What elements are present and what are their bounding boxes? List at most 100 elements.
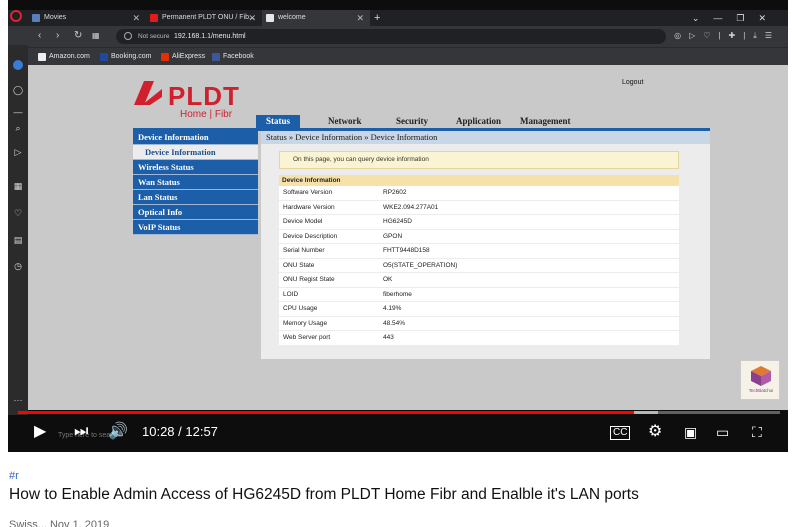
nav-lan-status[interactable]: Lan Status xyxy=(133,190,258,205)
tab-welcome[interactable]: welcome ✕ xyxy=(262,10,370,26)
settings-icon[interactable]: ⚙ xyxy=(648,423,662,441)
tab-application[interactable]: Application xyxy=(456,115,501,128)
bookmark-label: Facebook xyxy=(223,53,254,60)
info-notice: On this page, you can query device infor… xyxy=(279,151,679,169)
progress-played xyxy=(18,411,634,414)
row-value: WKE2.094.277A01 xyxy=(383,203,439,211)
row-value: FHTT9448D158 xyxy=(383,247,430,254)
grid-icon[interactable]: ▦ xyxy=(92,29,100,43)
tab-label: welcome xyxy=(278,14,306,21)
left-navigation: Device Information Device Information Wi… xyxy=(133,130,258,235)
close-icon[interactable]: ✕ xyxy=(132,10,140,26)
channel-watermark[interactable]: TechBatchoi xyxy=(740,360,780,400)
row-value: 48.54% xyxy=(383,319,406,327)
row-key: Device Description xyxy=(283,232,338,240)
reload-icon[interactable]: ↻ xyxy=(74,29,82,43)
table-row: CPU Usage 4.19% xyxy=(279,302,679,317)
heart-icon[interactable]: ♡ xyxy=(13,208,23,218)
miniplayer-icon[interactable]: ▣ xyxy=(684,423,697,441)
video-player[interactable]: Movies ✕ Permanent PLDT ONU / Fib... ✕ w… xyxy=(8,0,788,452)
send-icon[interactable]: ▷ xyxy=(13,147,23,157)
volume-icon[interactable]: 🔊 xyxy=(108,423,128,441)
nav-wan-status[interactable]: Wan Status xyxy=(133,175,258,190)
row-key: Device Model xyxy=(283,218,323,225)
bookmark-label: Booking.com xyxy=(111,53,152,60)
booking-icon xyxy=(100,53,108,61)
row-key: Memory Usage xyxy=(283,319,328,327)
hashtag-link[interactable]: #r xyxy=(9,470,19,482)
apps-icon[interactable]: ▦ xyxy=(13,181,23,191)
row-value: O5(STATE_OPERATION) xyxy=(383,261,458,269)
play-icon[interactable]: ▶ xyxy=(34,423,46,441)
logout-link[interactable]: Logout xyxy=(622,79,643,86)
time-display: 10:28 / 12:57 xyxy=(142,424,218,439)
theater-icon[interactable]: ▭ xyxy=(716,423,729,441)
whatsapp-icon[interactable]: ◯ xyxy=(13,85,23,95)
opera-icon[interactable] xyxy=(10,10,22,22)
video-meta: Swiss... Nov 1, 2019 xyxy=(9,519,110,527)
toolbar-icons[interactable]: ◎▷♡|✚|⤓☰ xyxy=(674,29,780,43)
url-field[interactable]: Not secure 192.168.1.1/menu.html xyxy=(116,29,666,44)
row-key: Serial Number xyxy=(283,247,325,254)
tab-permanent-pldt[interactable]: Permanent PLDT ONU / Fib... ✕ xyxy=(146,10,262,26)
search-icon[interactable]: ⌕ xyxy=(13,123,23,133)
nav-device-information-sub[interactable]: Device Information xyxy=(133,145,258,160)
nav-wireless-status[interactable]: Wireless Status xyxy=(133,160,258,175)
new-tab-button[interactable]: + xyxy=(374,10,380,26)
not-secure-label: Not secure xyxy=(138,33,170,40)
table-row: ONU State O5(STATE_OPERATION) xyxy=(279,258,679,273)
bookmark-amazon[interactable]: Amazon.com xyxy=(38,48,90,66)
main-content: Status » Device Information » Device Inf… xyxy=(261,131,710,359)
fullscreen-icon[interactable]: ⛶ xyxy=(752,423,762,441)
news-icon[interactable]: ▤ xyxy=(13,235,23,245)
captions-icon[interactable]: CC xyxy=(610,426,631,440)
bookmarks-bar: Amazon.com Booking.com AliExpress Facebo… xyxy=(8,47,788,65)
facebook-icon xyxy=(212,53,220,61)
back-icon[interactable]: ‹ xyxy=(38,29,41,43)
bookmark-facebook[interactable]: Facebook xyxy=(212,48,254,66)
tab-management[interactable]: Management xyxy=(520,115,571,128)
bookmark-booking[interactable]: Booking.com xyxy=(100,48,151,66)
table-row: Memory Usage 48.54% xyxy=(279,316,679,331)
tab-security[interactable]: Security xyxy=(396,115,428,128)
nav-device-information[interactable]: Device Information xyxy=(133,130,258,145)
bookmark-aliexpress[interactable]: AliExpress xyxy=(161,48,205,66)
tab-status[interactable]: Status xyxy=(256,115,301,128)
row-value: GPON xyxy=(383,232,403,240)
forward-icon[interactable]: › xyxy=(56,29,59,43)
messenger-icon[interactable] xyxy=(13,60,23,70)
table-row: Device Description GPON xyxy=(279,229,679,244)
badge-text: TechBatchoi xyxy=(748,388,774,393)
row-key: Software Version xyxy=(283,189,333,196)
history-icon[interactable]: ◷ xyxy=(13,261,23,271)
window-controls[interactable]: ⌄—❐✕ xyxy=(692,10,780,26)
browser-sidebar: ◯ — ⌕ ▷ ▦ ♡ ▤ ◷ ··· xyxy=(8,10,28,415)
table-header: Device Information xyxy=(279,175,679,186)
tab-movies[interactable]: Movies ✕ xyxy=(28,10,146,26)
row-key: ONU Regist State xyxy=(283,276,335,283)
minus-icon[interactable]: — xyxy=(13,107,23,117)
info-icon xyxy=(124,32,132,40)
folder-icon xyxy=(32,14,40,22)
address-bar-row: ‹ › ↻ ▦ Not secure 192.168.1.1/menu.html… xyxy=(8,26,788,47)
table-row: LOID fiberhome xyxy=(279,287,679,302)
nav-optical-info[interactable]: Optical Info xyxy=(133,205,258,220)
table-row: Serial Number FHTT9448D158 xyxy=(279,244,679,259)
table-row: Hardware Version WKE2.094.277A01 xyxy=(279,200,679,215)
device-info-table: Device Information Software Version RP260… xyxy=(279,175,679,346)
close-icon[interactable]: ✕ xyxy=(356,10,364,26)
close-icon[interactable]: ✕ xyxy=(248,10,256,26)
row-value: OK xyxy=(383,276,393,283)
video-title: How to Enable Admin Access of HG6245D fr… xyxy=(9,486,639,503)
tab-network[interactable]: Network xyxy=(328,115,362,128)
nav-voip-status[interactable]: VoIP Status xyxy=(133,220,258,235)
row-key: CPU Usage xyxy=(283,305,318,312)
more-icon[interactable]: ··· xyxy=(13,395,23,405)
tab-label: Permanent PLDT ONU / Fib... xyxy=(162,14,255,21)
next-icon[interactable]: ⏭ xyxy=(74,423,88,441)
router-web-page: PLDT Home | Fibr Logout Status Network S… xyxy=(28,65,788,410)
url-text: 192.168.1.1/menu.html xyxy=(174,33,246,40)
breadcrumb: Status » Device Information » Device Inf… xyxy=(261,131,710,144)
row-value: 4.19% xyxy=(383,305,402,312)
table-row: Device Model HG6245D xyxy=(279,215,679,230)
